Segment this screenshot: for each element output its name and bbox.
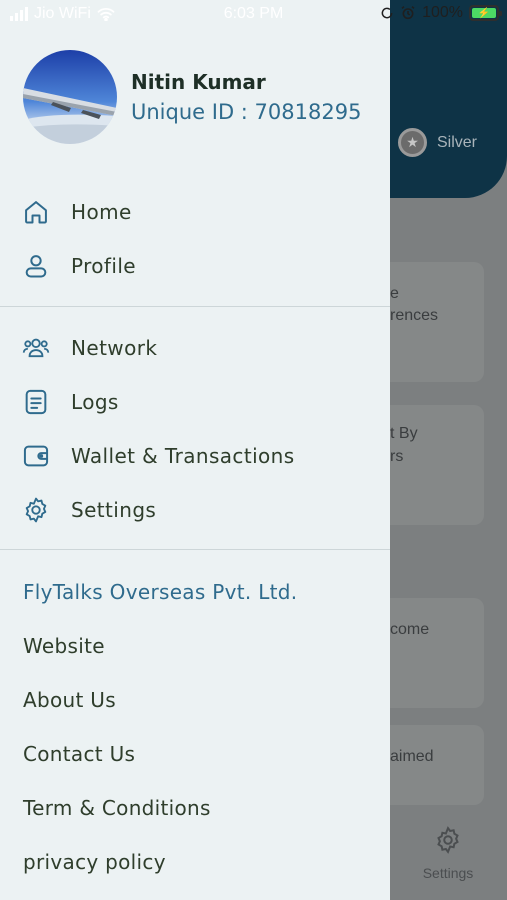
menu-item-home[interactable]: Home (0, 187, 390, 237)
menu-item-label: Wallet & Transactions (71, 444, 295, 468)
about-us-link[interactable]: About Us (23, 688, 116, 712)
alarm-icon (401, 6, 415, 20)
status-right: 100% ⚡ (380, 4, 502, 22)
status-bar: Jio WiFi 6:03 PM 100% ⚡ (0, 0, 507, 30)
contact-us-link[interactable]: Contact Us (23, 742, 135, 766)
document-icon (21, 387, 51, 417)
navigation-drawer: Nitin Kumar Unique ID : 70818295 Home Pr… (0, 0, 390, 900)
battery-percent: 100% (422, 4, 463, 21)
tab-settings[interactable]: Settings (410, 825, 486, 881)
company-link[interactable]: FlyTalks Overseas Pvt. Ltd. (23, 580, 297, 604)
menu-item-label: Network (71, 336, 158, 360)
menu-item-wallet[interactable]: Wallet & Transactions (0, 431, 390, 481)
gear-icon (21, 495, 51, 525)
privacy-policy-link[interactable]: privacy policy (23, 850, 166, 874)
menu-item-label: Logs (71, 390, 119, 414)
user-name: Nitin Kumar (131, 70, 266, 94)
membership-label: Silver (437, 133, 478, 151)
menu-item-label: Profile (71, 254, 136, 278)
battery-icon: ⚡ (469, 5, 502, 21)
avatar-image (23, 50, 117, 144)
gear-icon (437, 826, 459, 854)
website-link[interactable]: Website (23, 634, 105, 658)
tab-settings-label: Settings (422, 865, 474, 881)
card-text: come (390, 621, 430, 638)
unique-id: Unique ID : 70818295 (131, 100, 362, 124)
menu-item-network[interactable]: Network (0, 323, 390, 373)
user-icon (21, 251, 51, 281)
card-text: rs (390, 448, 404, 465)
terms-link[interactable]: Term & Conditions (23, 796, 211, 820)
menu-item-settings[interactable]: Settings (0, 485, 390, 535)
card-text: t By (390, 425, 418, 442)
membership-badge: ★ Silver (398, 128, 477, 157)
menu-item-label: Home (71, 200, 132, 224)
card-text: e (390, 285, 399, 302)
star-icon: ★ (398, 128, 427, 157)
menu-item-logs[interactable]: Logs (0, 377, 390, 427)
divider (0, 306, 390, 307)
divider (0, 549, 390, 550)
wallet-icon (21, 441, 51, 471)
rotation-lock-icon (381, 7, 393, 19)
menu-item-profile[interactable]: Profile (0, 241, 390, 291)
card-text: aimed (390, 748, 434, 765)
card-text: rences (390, 307, 439, 324)
avatar[interactable] (23, 50, 117, 144)
home-icon (21, 197, 51, 227)
menu-item-label: Settings (71, 498, 157, 522)
people-icon (21, 333, 51, 363)
